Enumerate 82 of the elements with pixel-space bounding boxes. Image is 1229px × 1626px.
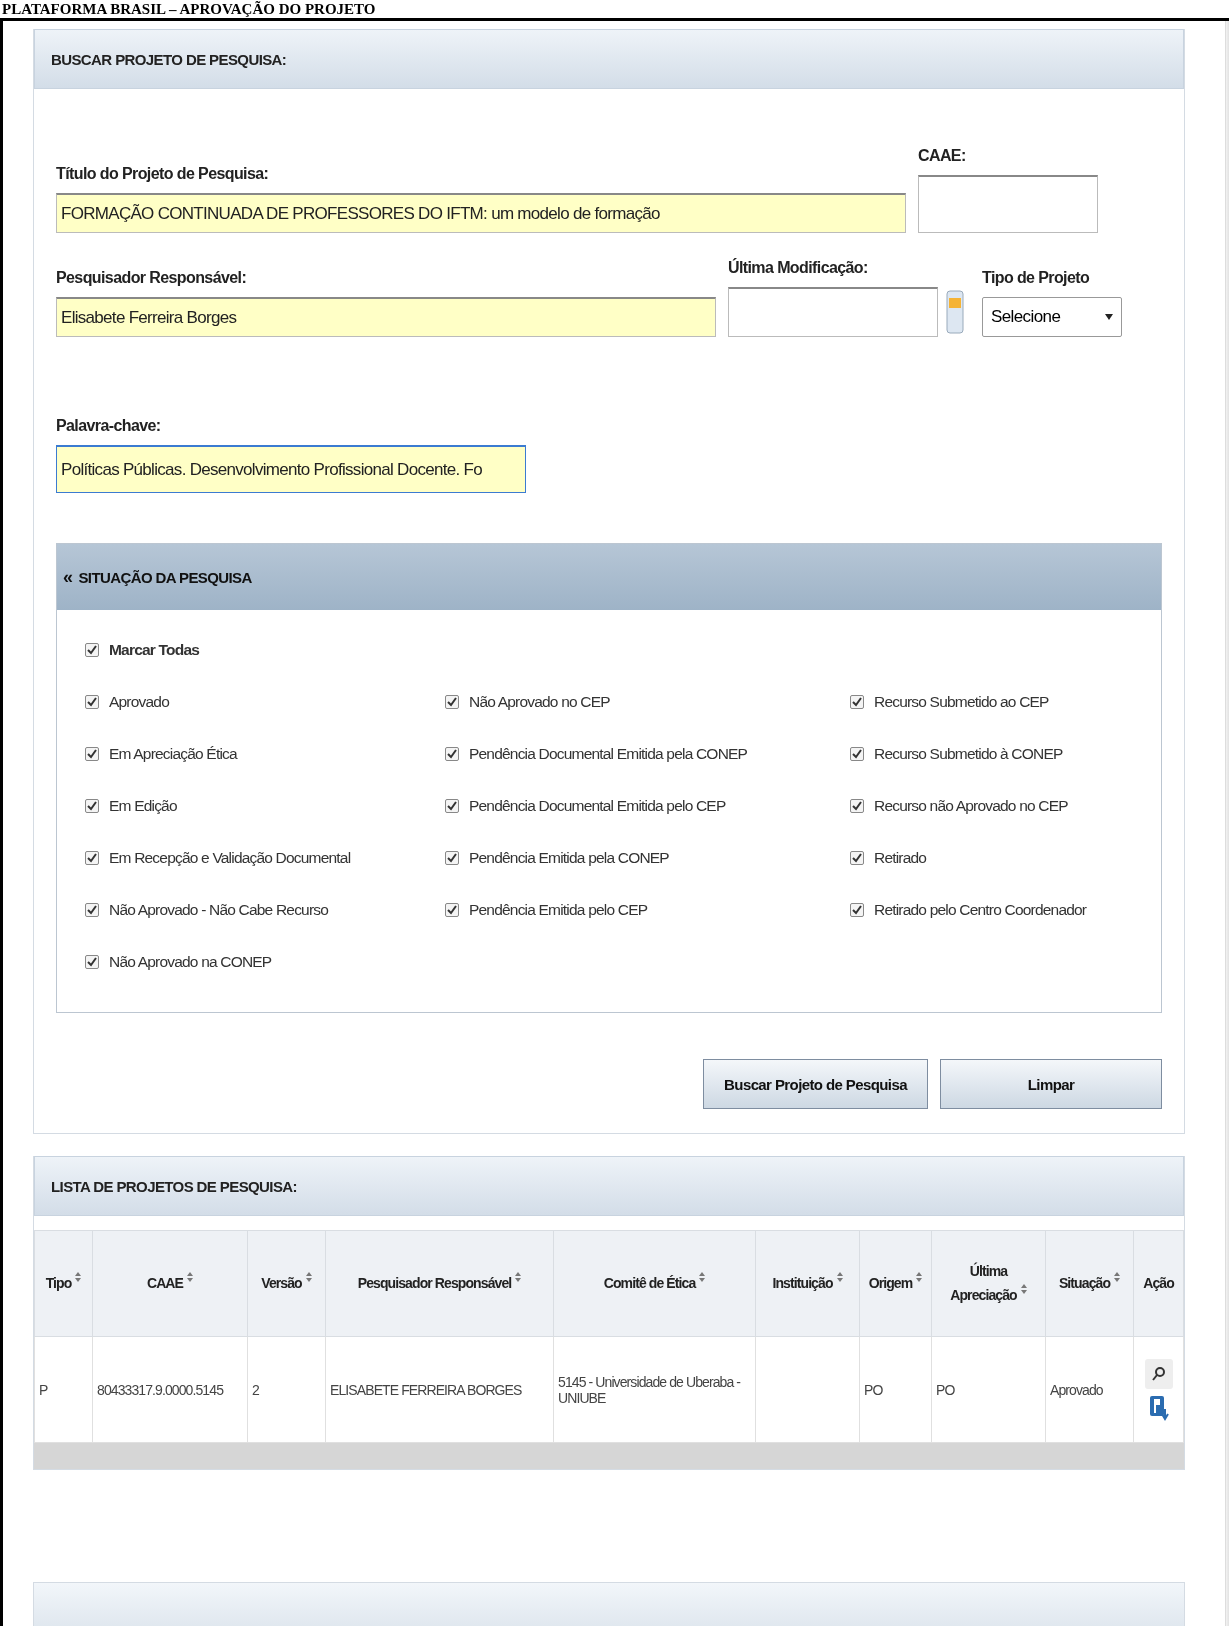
column-header[interactable]: Situação [1045, 1230, 1134, 1337]
column-header[interactable]: Pesquisador Responsável [325, 1230, 554, 1337]
checkbox[interactable] [445, 695, 459, 709]
checkbox[interactable] [445, 851, 459, 865]
column-header[interactable]: Comitê de Ética [553, 1230, 756, 1337]
checkbox-label: Recurso Submetido ao CEP [874, 693, 1049, 711]
checkbox-label: Recurso Submetido à CONEP [874, 745, 1063, 763]
column-header: Ação [1133, 1230, 1184, 1337]
table-cell: P [34, 1336, 93, 1443]
checkbox[interactable] [445, 903, 459, 917]
sort-icon[interactable] [75, 1271, 82, 1282]
field-label: Palavra-chave: [56, 417, 162, 435]
panel-title: LISTA DE PROJETOS DE PESQUISA: [34, 1156, 1184, 1216]
column-header[interactable]: Versão [247, 1230, 326, 1337]
checkbox[interactable] [85, 643, 99, 657]
checkbox[interactable] [850, 695, 864, 709]
keyword-field[interactable]: Políticas Públicas. Desenvolvimento Profissional Docente. Fo [56, 445, 526, 493]
sort-icon[interactable] [1020, 1283, 1027, 1294]
table-cell: PO [859, 1336, 932, 1443]
column-header[interactable]: CAAE [92, 1230, 248, 1337]
checkbox-label: Não Aprovado na CONEP [109, 953, 272, 971]
checkbox[interactable] [850, 903, 864, 917]
checkbox-label: Não Aprovado no CEP [469, 693, 610, 711]
checkbox-label: Retirado pelo Centro Coordenador [874, 901, 1087, 919]
sort-icon[interactable] [1114, 1271, 1121, 1282]
checkbox[interactable] [85, 695, 99, 709]
sort-icon[interactable] [916, 1271, 923, 1282]
sort-icon[interactable] [515, 1271, 522, 1282]
checkbox[interactable] [850, 747, 864, 761]
clear-button[interactable]: Limpar [940, 1059, 1162, 1109]
checkbox-label: Pendência Documental Emitida pelo CEP [469, 797, 726, 815]
caae-field[interactable] [918, 175, 1098, 233]
field-label: CAAE: [918, 147, 967, 165]
checkbox[interactable] [445, 799, 459, 813]
sort-icon[interactable] [836, 1271, 843, 1282]
column-header[interactable]: Origem [859, 1230, 932, 1337]
checkbox[interactable] [850, 799, 864, 813]
checkbox-label: Em Recepção e Validação Documental [109, 849, 351, 867]
researcher-field[interactable]: Elisabete Ferreira Borges [56, 297, 716, 337]
project-type-select[interactable]: Selecione [982, 297, 1122, 337]
field-label: Pesquisador Responsável: [56, 269, 248, 287]
checkbox-label: Pendência Emitida pela CONEP [469, 849, 669, 867]
checkbox-label: Marcar Todas [109, 641, 200, 659]
checkbox-label: Pendência Documental Emitida pela CONEP [469, 745, 748, 763]
table-cell: Aprovado [1045, 1336, 1134, 1443]
checkbox[interactable] [85, 799, 99, 813]
field-label: Título do Projeto de Pesquisa: [56, 165, 270, 183]
table-cell: PO [931, 1336, 1046, 1443]
sort-icon[interactable] [305, 1271, 312, 1282]
column-header[interactable]: Última Apreciação [931, 1230, 1046, 1337]
field-label: Última Modificação: [728, 259, 869, 277]
checkbox[interactable] [85, 747, 99, 761]
checkbox-label: Retirado [874, 849, 927, 867]
table-cell: 80433317.9.0000.5145 [92, 1336, 248, 1443]
checkbox-label: Em Edição [109, 797, 177, 815]
field-label: Tipo de Projeto [982, 269, 1091, 287]
caret-icon [1105, 313, 1113, 321]
page-title: PLATAFORMA BRASIL – APROVAÇÃO DO PROJETO [1, 0, 377, 18]
document-arrow-icon[interactable] [1148, 1394, 1169, 1421]
sort-icon[interactable] [187, 1271, 194, 1282]
checkbox-label: Em Apreciação Ética [109, 745, 237, 763]
search-button[interactable]: Buscar Projeto de Pesquisa [703, 1059, 928, 1109]
column-header[interactable]: Instituição [755, 1230, 860, 1337]
table-cell: 2 [247, 1336, 326, 1443]
date-field[interactable] [728, 287, 938, 337]
column-header[interactable]: Tipo [34, 1230, 93, 1337]
checkbox-label: Aprovado [109, 693, 169, 711]
checkbox[interactable] [445, 747, 459, 761]
checkbox[interactable] [850, 851, 864, 865]
status-panel-header[interactable]: « SITUAÇÃO DA PESQUISA [57, 544, 1161, 610]
sort-icon[interactable] [699, 1271, 706, 1282]
checkbox-label: Não Aprovado - Não Cabe Recurso [109, 901, 329, 919]
checkbox-label: Recurso não Aprovado no CEP [874, 797, 1068, 815]
panel-title: BUSCAR PROJETO DE PESQUISA: [34, 29, 1184, 89]
table-cell: ELISABETE FERREIRA BORGES [325, 1336, 554, 1443]
search-icon[interactable] [1144, 1358, 1173, 1389]
checkbox[interactable] [85, 851, 99, 865]
title-field[interactable]: FORMAÇÃO CONTINUADA DE PROFESSORES DO IFTM: um modelo de formação [56, 193, 906, 233]
checkbox-label: Pendência Emitida pelo CEP [469, 901, 648, 919]
table-cell: 5145 - Universidade de Uberaba - UNIUBE [553, 1336, 756, 1443]
checkbox[interactable] [85, 955, 99, 969]
checkbox[interactable] [85, 903, 99, 917]
